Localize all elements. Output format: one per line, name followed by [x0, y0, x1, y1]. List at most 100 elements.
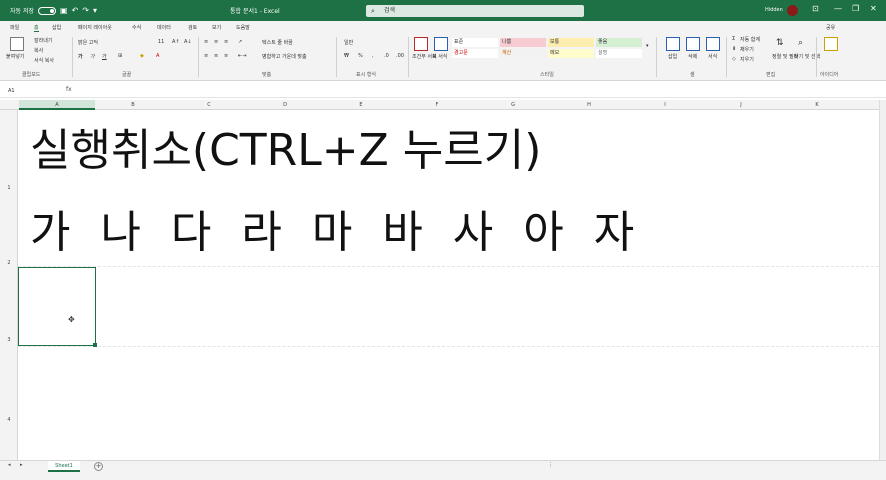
save-icon[interactable]: ▣ [60, 6, 68, 15]
conditional-format-icon[interactable] [414, 37, 428, 51]
column-header-d[interactable]: D [247, 102, 323, 108]
autosum-icon[interactable]: Σ [732, 36, 735, 42]
wrap-text-button[interactable]: 텍스트 줄 바꿈 [262, 39, 293, 46]
clear-button[interactable]: 지우기 [740, 56, 754, 63]
row-header-1[interactable]: 1 [0, 185, 18, 191]
tab-review[interactable]: 검토 [188, 24, 197, 31]
column-header-f[interactable]: F [399, 102, 475, 108]
paste-button[interactable]: 붙여넣기 [6, 53, 24, 60]
underline-button[interactable]: 가 [102, 53, 107, 60]
align-right-icon[interactable]: ≡ [224, 53, 228, 59]
orientation-icon[interactable]: ↗ [238, 39, 242, 45]
fill-icon[interactable]: ⬇ [732, 46, 736, 52]
find-select-icon[interactable]: ⌕ [798, 38, 803, 48]
tab-home[interactable]: 홈 [34, 24, 39, 32]
column-header-j[interactable]: J [703, 102, 779, 108]
paste-icon[interactable] [10, 37, 24, 51]
ideas-group-label[interactable]: 아이디어 [820, 71, 838, 78]
insert-cells-icon[interactable] [666, 37, 680, 51]
merge-center-button[interactable]: 병합하고 가운데 맞춤 [262, 53, 307, 60]
cell-style-good[interactable]: 좋음 [596, 38, 642, 47]
align-bottom-icon[interactable]: ≡ [224, 39, 228, 45]
decimal-increase-icon[interactable]: .0 [384, 53, 389, 59]
border-icon[interactable]: ⊞ [118, 53, 122, 59]
minimize-button[interactable]: — [834, 4, 842, 13]
tab-insert[interactable]: 삽입 [52, 24, 61, 31]
font-shrink-icon[interactable]: A↓ [184, 39, 192, 45]
column-header-i[interactable]: I [627, 102, 703, 108]
tab-help[interactable]: 도움말 [236, 24, 250, 31]
decimal-decrease-icon[interactable]: .00 [396, 53, 404, 59]
indent-icon[interactable]: ⇤⇥ [238, 53, 246, 59]
comma-style-icon[interactable]: , [372, 53, 374, 59]
tab-data[interactable]: 데이터 [157, 24, 171, 31]
fx-icon[interactable]: fx [66, 86, 72, 93]
align-top-icon[interactable]: ≡ [204, 39, 208, 45]
tab-file[interactable]: 파일 [10, 24, 19, 31]
column-header-g[interactable]: G [475, 102, 551, 108]
insert-cells-button[interactable]: 삽입 [668, 53, 677, 60]
undo-icon[interactable]: ↶ [72, 6, 79, 15]
format-painter-button[interactable]: 서식 복사 [34, 57, 54, 64]
styles-more-icon[interactable]: ▾ [646, 43, 649, 49]
redo-icon[interactable]: ↷ [82, 6, 89, 15]
cell-a2-text[interactable]: 가 나 다 라 마 바 사 아 자 [30, 196, 642, 260]
customize-qat-icon[interactable]: ▾ [93, 6, 97, 15]
cut-button[interactable]: 잘라내기 [34, 37, 52, 44]
worksheet-grid[interactable]: 1 2 3 4 실행취소(CTRL+Z 누르기) 가 나 다 라 마 바 사 아… [0, 110, 879, 460]
add-sheet-button[interactable]: + [94, 462, 103, 471]
number-format-select[interactable]: 일반 [344, 39, 353, 46]
ribbon-display-icon[interactable]: ⊡ [812, 4, 819, 13]
table-format-icon[interactable] [434, 37, 448, 51]
font-name-select[interactable]: 맑은 고딕 [78, 39, 98, 46]
percent-button[interactable]: % [358, 53, 363, 59]
cell-style-warning[interactable]: 경고문 [452, 49, 498, 58]
close-button[interactable]: ✕ [870, 4, 877, 13]
align-middle-icon[interactable]: ≡ [214, 39, 218, 45]
autosave-toggle[interactable] [38, 6, 56, 15]
cell-style-calculation[interactable]: 계산 [500, 49, 546, 58]
delete-cells-button[interactable]: 삭제 [688, 53, 697, 60]
font-size-select[interactable]: 11 [158, 39, 164, 45]
row-header-2[interactable]: 2 [0, 260, 18, 266]
cell-style-bad[interactable]: 나쁨 [500, 38, 546, 47]
format-cells-icon[interactable] [706, 37, 720, 51]
accounting-icon[interactable]: ₩ [344, 53, 349, 59]
fill-button[interactable]: 채우기 [740, 46, 754, 53]
sort-filter-icon[interactable]: ⇅ [776, 38, 784, 48]
row-header-4[interactable]: 4 [0, 417, 18, 423]
format-cells-button[interactable]: 서식 [708, 53, 717, 60]
font-color-icon[interactable]: A [156, 53, 159, 59]
avatar[interactable] [787, 5, 798, 16]
column-header-b[interactable]: B [95, 102, 171, 108]
restore-button[interactable]: ❐ [852, 4, 859, 13]
horizontal-scroll-splitter[interactable]: ⋮ [548, 462, 553, 468]
fill-color-icon[interactable]: ◆ [140, 53, 144, 59]
fill-handle[interactable] [93, 343, 97, 347]
clear-icon[interactable]: ◇ [732, 56, 736, 62]
cell-style-note[interactable]: 메모 [548, 49, 594, 58]
column-header-c[interactable]: C [171, 102, 247, 108]
vertical-scrollbar[interactable] [879, 100, 886, 460]
search-box[interactable]: ⌕ 검색 [366, 5, 584, 17]
delete-cells-icon[interactable] [686, 37, 700, 51]
align-left-icon[interactable]: ≡ [204, 53, 208, 59]
row-header-3[interactable]: 3 [0, 337, 18, 343]
active-cell-a3[interactable] [18, 267, 97, 347]
column-header-e[interactable]: E [323, 102, 399, 108]
cell-style-normal[interactable]: 표준 [452, 38, 498, 47]
share-button[interactable]: 공유 [826, 24, 835, 31]
font-grow-icon[interactable]: A↑ [172, 39, 180, 45]
table-format-button[interactable]: 표 서식 [432, 53, 447, 60]
cell-style-explanatory[interactable]: 설명 [596, 49, 642, 58]
align-center-icon[interactable]: ≡ [214, 53, 218, 59]
tab-view[interactable]: 보기 [212, 24, 221, 31]
sheet-tab-sheet1[interactable]: Sheet1 [48, 461, 80, 472]
copy-button[interactable]: 복사 [34, 47, 43, 54]
sheet-next-icon[interactable]: ▸ [20, 462, 23, 468]
column-header-k[interactable]: K [779, 102, 855, 108]
cell-a1-text[interactable]: 실행취소(CTRL+Z 누르기) [30, 114, 541, 178]
tab-formulas[interactable]: 수식 [132, 24, 141, 31]
sheet-prev-icon[interactable]: ◂ [8, 462, 11, 468]
bold-button[interactable]: 가 [78, 53, 83, 60]
